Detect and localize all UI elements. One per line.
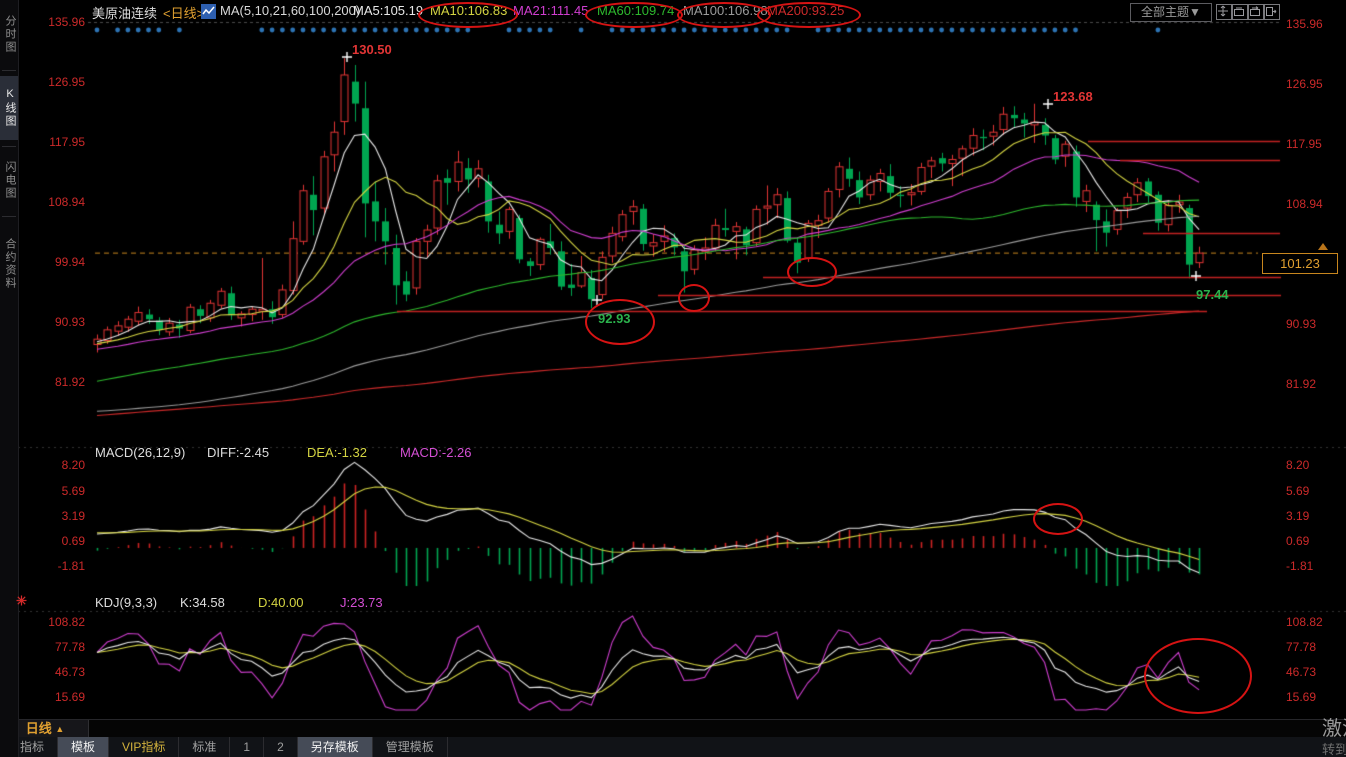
toolbar-item-2[interactable]: 2 <box>264 737 298 757</box>
trading-app-window: 美原油连续 <日线> MA(5,10,21,60,100,200) MA5:10… <box>0 0 1346 757</box>
toolbar-item-标准[interactable]: 标准 <box>179 737 230 757</box>
toolbar-item-另存模板[interactable]: 另存模板 <box>298 737 373 757</box>
kdj-y-label-right: 77.78 <box>1286 640 1316 654</box>
ma-value-2: MA21:111.45 <box>513 3 588 18</box>
ma-params-label: MA(5,10,21,60,100,200) <box>220 3 360 18</box>
ma-value-0: MA5:105.19 <box>353 3 423 18</box>
bottom-toolbar: 指标模板VIP指标标准12另存模板管理模板 <box>0 737 1346 757</box>
main-y-label-right: 117.95 <box>1286 137 1322 151</box>
main-y-label-right: 108.94 <box>1286 197 1323 211</box>
kdj-k-value: K:34.58 <box>180 595 225 610</box>
low-price-label-92: 92.93 <box>598 311 631 326</box>
kdj-j-value: J:23.73 <box>340 595 383 610</box>
high-price-label-123: 123.68 <box>1053 89 1093 104</box>
ma-value-1: MA10:106.83 <box>430 3 507 18</box>
kline-mini-icon <box>201 4 216 22</box>
main-y-label-right: 126.95 <box>1286 77 1323 91</box>
alert-star-icon <box>16 593 27 611</box>
period-tab-label: 日线 <box>26 721 52 736</box>
sidebar-divider <box>2 216 16 217</box>
sidebar-item-K线图[interactable]: K线图 <box>0 76 18 140</box>
sidebar-item-合约资料[interactable]: 合约资料 <box>0 222 18 306</box>
macd-y-label-right: 5.69 <box>1286 484 1309 498</box>
chart-canvas[interactable] <box>0 0 1346 757</box>
macd-diff-value: DIFF:-2.45 <box>207 445 269 460</box>
pane-shrink-left-icon[interactable] <box>1232 4 1248 20</box>
low-price-label-97: 97.44 <box>1196 287 1229 302</box>
pane-move-icon[interactable] <box>1216 4 1232 20</box>
theme-selector-dropdown[interactable]: 全部主题▼ <box>1130 3 1212 22</box>
macd-title[interactable]: MACD(26,12,9) <box>95 445 185 460</box>
ma-value-4: MA100:106.98 <box>683 3 768 18</box>
ma-value-5: MA200:93.25 <box>767 3 844 18</box>
sidebar-divider <box>2 146 16 147</box>
kdj-title[interactable]: KDJ(9,3,3) <box>95 595 157 610</box>
date-axis-strip: 日线 ▲ <box>0 719 1346 739</box>
kdj-y-label-right: 108.82 <box>1286 615 1323 629</box>
ma-value-3: MA60:109.74 <box>597 3 674 18</box>
sidebar-item-闪电图[interactable]: 闪电图 <box>0 150 18 210</box>
toolbar-item-管理模板[interactable]: 管理模板 <box>373 737 448 757</box>
pane-popout-icon[interactable] <box>1264 4 1280 20</box>
left-sidebar: 分时图 K线图闪电图合约资料 <box>0 0 19 757</box>
sidebar-divider <box>2 70 16 71</box>
last-price-box: 101.23 <box>1262 253 1338 274</box>
toolbar-item-模板[interactable]: 模板 <box>58 737 109 757</box>
pane-shrink-right-icon[interactable] <box>1248 4 1264 20</box>
corner-text-1: 激活 <box>1322 712 1346 741</box>
period-tab-arrow-icon: ▲ <box>55 724 64 734</box>
kdj-y-label-right: 46.73 <box>1286 665 1316 679</box>
toolbar-item-VIP指标[interactable]: VIP指标 <box>109 737 179 757</box>
macd-y-label-right: 8.20 <box>1286 458 1309 472</box>
period-tag[interactable]: <日线> <box>163 3 204 22</box>
toolbar-item-1[interactable]: 1 <box>230 737 264 757</box>
symbol-name[interactable]: 美原油连续 <box>92 3 157 22</box>
sidebar-item-分时图[interactable]: 分时图 <box>0 4 18 64</box>
macd-y-label-right: -1.81 <box>1286 559 1313 573</box>
macd-y-label-right: 0.69 <box>1286 534 1309 548</box>
kdj-d-value: D:40.00 <box>258 595 304 610</box>
macd-hist-value: MACD:-2.26 <box>400 445 472 460</box>
chart-header: 美原油连续 <日线> MA(5,10,21,60,100,200) MA5:10… <box>0 0 1346 22</box>
kdj-y-label-right: 15.69 <box>1286 690 1316 704</box>
price-up-arrow-icon <box>1318 243 1328 250</box>
high-price-label-130: 130.50 <box>352 42 392 57</box>
corner-watermark: 激活 转到 <box>1320 710 1346 757</box>
macd-dea-value: DEA:-1.32 <box>307 445 367 460</box>
main-y-label-right: 81.92 <box>1286 377 1316 391</box>
macd-y-label-right: 3.19 <box>1286 509 1309 523</box>
corner-text-2: 转到 <box>1322 739 1346 757</box>
main-y-label-right: 90.93 <box>1286 317 1316 331</box>
